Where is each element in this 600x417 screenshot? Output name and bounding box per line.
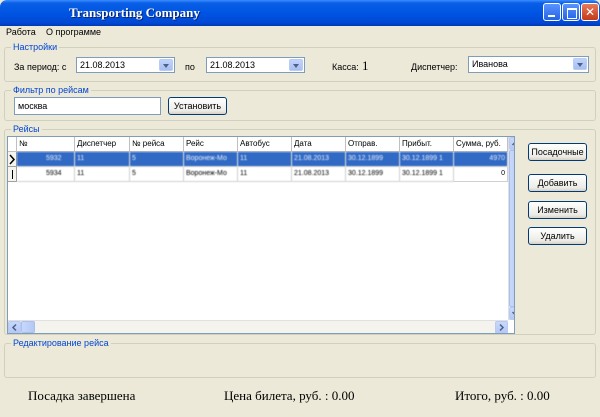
- menu-about[interactable]: О программе: [46, 27, 101, 37]
- minimize-button[interactable]: [543, 3, 561, 21]
- scroll-up-button[interactable]: [509, 137, 514, 150]
- column-header[interactable]: Рейс: [184, 137, 238, 152]
- table-cell: 30.12.1899: [346, 167, 400, 182]
- text-cursor-icon: [12, 170, 13, 179]
- chevron-right-icon: [9, 154, 16, 165]
- scroll-left-button[interactable]: [8, 321, 21, 333]
- table-cell: 5932: [17, 152, 75, 167]
- menu-work[interactable]: Работа: [6, 27, 36, 37]
- chevron-down-icon: [511, 311, 514, 315]
- ticket-price: Цена билета, руб. : 0.00: [224, 388, 355, 403]
- boarding-status: Посадка завершена: [28, 388, 136, 403]
- table-cell: 5934: [17, 167, 75, 182]
- to-label: по: [185, 62, 195, 72]
- table-cell: 21.08.2013: [292, 152, 346, 167]
- menu-bar: Работа О программе: [0, 26, 600, 40]
- row-header-corner: [8, 137, 17, 152]
- dispatcher-select[interactable]: Иванова: [468, 56, 589, 73]
- horizontal-scrollbar[interactable]: [8, 320, 508, 333]
- table-cell: Воронеж-Мо: [184, 167, 238, 182]
- kassa-label: Касса:: [332, 62, 359, 72]
- close-icon: ✕: [584, 5, 596, 19]
- flights-table[interactable]: № Диспетчер № рейса Рейс Автобус Дата От…: [7, 136, 515, 334]
- delete-flight-button[interactable]: Удалить: [528, 227, 587, 245]
- column-header[interactable]: Прибыт.: [400, 137, 454, 152]
- row-header: [8, 167, 17, 182]
- window-title: Transporting Company: [69, 5, 200, 20]
- horizontal-scroll-thumb[interactable]: [21, 321, 35, 333]
- table-cell: 11: [238, 167, 292, 182]
- scroll-down-button[interactable]: [509, 307, 514, 320]
- table-cell: 5: [130, 152, 184, 167]
- date-to-value: 21.08.2013: [210, 60, 256, 70]
- row-pointer-icon: [8, 152, 17, 167]
- table-row[interactable]: 5932 11 5 Воронеж-Мо 11 21.08.2013 30.12…: [8, 152, 508, 167]
- edit-flight-group: Редактирование рейса: [4, 338, 596, 378]
- period-label: За период: с: [14, 62, 67, 72]
- column-header[interactable]: Автобус: [238, 137, 292, 152]
- flights-group-label: Рейсы: [11, 124, 42, 134]
- close-button[interactable]: ✕: [581, 3, 599, 21]
- table-cell: 5: [130, 167, 184, 182]
- date-to-picker[interactable]: 21.08.2013: [206, 57, 305, 73]
- edit-flight-group-label: Редактирование рейса: [11, 338, 111, 348]
- column-header[interactable]: Сумма, руб.: [454, 137, 508, 152]
- column-header[interactable]: № рейса: [130, 137, 184, 152]
- chevron-down-icon[interactable]: [573, 58, 587, 70]
- dispatcher-value: Иванова: [472, 59, 508, 69]
- column-header[interactable]: Диспетчер: [75, 137, 130, 152]
- chevron-down-icon[interactable]: [159, 59, 173, 71]
- edit-flight-button[interactable]: Изменить: [528, 201, 587, 219]
- filter-group-label: Фильтр по рейсам: [11, 85, 91, 95]
- table-row[interactable]: 5934 11 5 Воронеж-Мо 11 21.08.2013 30.12…: [8, 167, 508, 182]
- maximize-button[interactable]: [562, 3, 580, 21]
- flight-filter-input[interactable]: москва: [14, 97, 161, 115]
- chevron-up-icon: [511, 142, 514, 146]
- title-bar: Transporting Company ✕: [0, 0, 600, 26]
- add-flight-button[interactable]: Добавить: [528, 174, 587, 192]
- dispatcher-label: Диспетчер:: [411, 62, 458, 72]
- kassa-value: 1: [362, 58, 369, 73]
- table-cell: 4970: [454, 152, 508, 167]
- table-cell: 11: [75, 152, 130, 167]
- chevron-right-icon: [499, 323, 505, 332]
- date-from-value: 21.08.2013: [80, 60, 126, 70]
- table-cell: 11: [238, 152, 292, 167]
- settings-group-label: Настройки: [11, 42, 60, 52]
- chevron-down-icon[interactable]: [289, 59, 303, 71]
- minimize-icon: [544, 4, 560, 20]
- vertical-scrollbar[interactable]: [508, 137, 514, 320]
- date-from-picker[interactable]: 21.08.2013: [76, 57, 175, 73]
- table-cell: 30.12.1899 1: [400, 167, 454, 182]
- column-header[interactable]: Дата: [292, 137, 346, 152]
- scroll-right-button[interactable]: [495, 321, 508, 333]
- chevron-left-icon: [11, 323, 17, 332]
- table-cell: 0: [454, 167, 508, 182]
- table-cell: 30.12.1899 1: [400, 152, 454, 167]
- table-cell: 21.08.2013: [292, 167, 346, 182]
- table-cell: Воронеж-Мо: [184, 152, 238, 167]
- column-header[interactable]: Отправ.: [346, 137, 400, 152]
- maximize-icon: [563, 4, 579, 20]
- vertical-scroll-thumb[interactable]: [509, 150, 514, 307]
- table-cell: 30.12.1899: [346, 152, 400, 167]
- table-cell: 11: [75, 167, 130, 182]
- column-header[interactable]: №: [17, 137, 75, 152]
- boarding-passes-button[interactable]: Посадочные: [528, 143, 587, 161]
- total-amount: Итого, руб. : 0.00: [455, 388, 550, 403]
- apply-filter-button[interactable]: Установить: [168, 97, 227, 115]
